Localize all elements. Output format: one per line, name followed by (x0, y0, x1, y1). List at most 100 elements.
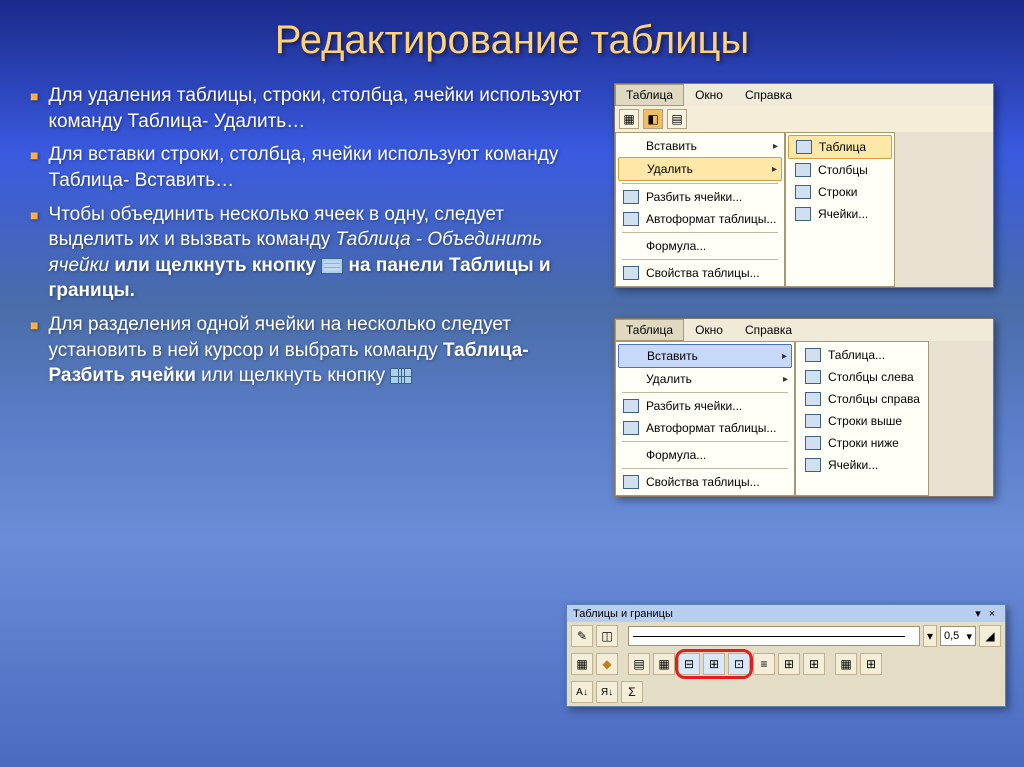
menu-item-label: Вставить (646, 139, 767, 153)
menu-item[interactable]: Вставить▸ (618, 135, 782, 157)
menu-item-icon (622, 189, 640, 205)
menu-item-icon (794, 206, 812, 222)
align-icon[interactable]: ≡ (753, 653, 775, 675)
menu-item-icon (804, 347, 822, 363)
border-color-icon[interactable]: ◢ (979, 625, 1001, 647)
menu-item[interactable]: Формула... (618, 235, 782, 257)
menu-item-label: Свойства таблицы... (646, 266, 778, 280)
menu-separator (622, 232, 778, 233)
insert-table-icon[interactable]: ▤ (628, 653, 650, 675)
distribute-cols-icon[interactable]: ⊞ (803, 653, 825, 675)
menu-screenshot-insert: Таблица Окно Справка Вставить ▸ Удалить▸ Ра… (614, 318, 994, 497)
menu-table[interactable]: Таблица (615, 319, 684, 341)
split-cells-btn-2[interactable]: ⊞ (703, 653, 725, 675)
dropdown-icon[interactable]: ▾ (923, 625, 937, 647)
menu-item-icon (622, 420, 640, 436)
menu-item-label: Строки ниже (828, 436, 920, 450)
menu-window[interactable]: Окно (684, 84, 734, 106)
menu-item[interactable]: Формула... (618, 444, 792, 466)
menu-item[interactable]: Столбцы (788, 159, 892, 181)
merge-cells-icon[interactable]: ▦ (653, 653, 675, 675)
menu-item-icon (804, 413, 822, 429)
line-weight-dropdown[interactable]: 0,5 ▾ (940, 626, 976, 646)
menu-separator (622, 441, 788, 442)
menu-item[interactable]: Таблица... (798, 344, 926, 366)
sort-asc-icon[interactable]: A↓ (571, 681, 593, 703)
menubar: Таблица Окно Справка (615, 319, 993, 341)
split-cells-btn-1[interactable]: ⊟ (678, 653, 700, 675)
menu-item[interactable]: Таблица (788, 135, 892, 159)
menu-separator (622, 468, 788, 469)
menu-separator (622, 259, 778, 260)
menu-item-label: Строки выше (828, 414, 920, 428)
menu-window[interactable]: Окно (684, 319, 734, 341)
menu-item[interactable]: Ячейки... (788, 203, 892, 225)
menubar: Таблица Окно Справка (615, 84, 993, 106)
menu-item[interactable]: Автоформат таблицы... (618, 417, 792, 439)
bullet-marker-icon: ■ (30, 312, 38, 389)
autoformat-icon[interactable]: ▦ (835, 653, 857, 675)
menu-item[interactable]: Свойства таблицы... (618, 471, 792, 493)
submenu-arrow-icon: ▸ (782, 351, 787, 362)
bullet-text: Для вставки строки, столбца, ячейки испо… (48, 142, 594, 193)
bullet-text: Для удаления таблицы, строки, столбца, я… (48, 83, 594, 134)
menu-item-icon (622, 211, 640, 227)
sort-desc-icon[interactable]: Я↓ (596, 681, 618, 703)
menu-item[interactable]: Удалить▸ (618, 157, 782, 181)
menu-item[interactable]: Разбить ячейки... (618, 395, 792, 417)
menu-item-icon (795, 139, 813, 155)
menu-item-label: Удалить (646, 372, 777, 386)
close-icon[interactable]: × (985, 608, 999, 620)
menu-item[interactable]: Строки (788, 181, 892, 203)
split-cells-icon (390, 368, 412, 384)
toolbar-options-icon[interactable]: ▾ (971, 607, 985, 620)
menu-item[interactable]: Ячейки... (798, 454, 926, 476)
menu-item-label: Автоформат таблицы... (646, 421, 788, 435)
menu-item-label: Ячейки... (828, 458, 920, 472)
menu-item[interactable]: Столбцы слева (798, 366, 926, 388)
menu-item-icon (622, 398, 640, 414)
menu-help[interactable]: Справка (734, 319, 803, 341)
toolbar-btn[interactable]: ▦ (619, 109, 639, 129)
menu-item-icon (794, 184, 812, 200)
menu-item-label: Ячейки... (818, 207, 886, 221)
toolbar-btn[interactable]: ◧ (643, 109, 663, 129)
menu-item-label: Разбить ячейки... (646, 399, 788, 413)
slide-title: Редактирование таблицы (0, 0, 1024, 63)
menu-item-label: Формула... (646, 448, 788, 462)
menu-item[interactable]: Строки ниже (798, 432, 926, 454)
autosum-icon[interactable]: Σ (621, 681, 643, 703)
menu-item[interactable]: Свойства таблицы... (618, 262, 782, 284)
menu-item-label: Разбить ячейки... (646, 190, 778, 204)
bullet-text: Чтобы объединить несколько ячеек в одну,… (48, 202, 594, 305)
split-cells-btn-3[interactable]: ⊡ (728, 653, 750, 675)
bullet-marker-icon: ■ (30, 83, 38, 134)
bullet-text: Для разделения одной ячейки на несколько… (48, 312, 594, 389)
tables-borders-toolbar: Таблицы и границы ▾ × ✎ ◫ ▾ 0,5 ▾ ◢ ▦ ◆ … (566, 604, 1006, 707)
menu-item[interactable]: Автоформат таблицы... (618, 208, 782, 230)
menu-table[interactable]: Таблица (615, 84, 684, 106)
merge-cells-icon (321, 258, 343, 274)
menu-item[interactable]: Разбить ячейки... (618, 186, 782, 208)
bullet-marker-icon: ■ (30, 202, 38, 305)
toolbar-btn[interactable]: ▤ (667, 109, 687, 129)
line-style-dropdown[interactable] (628, 626, 920, 646)
menu-item-icon (622, 474, 640, 490)
menu-separator (622, 183, 778, 184)
menu-item[interactable]: Вставить ▸ (618, 344, 792, 368)
fill-color-icon[interactable]: ◆ (596, 653, 618, 675)
distribute-rows-icon[interactable]: ⊞ (778, 653, 800, 675)
draw-table-icon[interactable]: ✎ (571, 625, 593, 647)
menu-item[interactable]: Строки выше (798, 410, 926, 432)
menu-item[interactable]: Удалить▸ (618, 368, 792, 390)
menu-help[interactable]: Справка (734, 84, 803, 106)
menu-item-icon (804, 369, 822, 385)
menu-item-icon (623, 348, 641, 364)
menu-item-label: Вставить (647, 349, 776, 363)
borders-icon[interactable]: ▦ (571, 653, 593, 675)
menu-item-label: Формула... (646, 239, 778, 253)
menu-item[interactable]: Столбцы справа (798, 388, 926, 410)
eraser-icon[interactable]: ◫ (596, 625, 618, 647)
arrow-dd-icon[interactable]: ⊞ (860, 653, 882, 675)
menu-item-icon (622, 447, 640, 463)
